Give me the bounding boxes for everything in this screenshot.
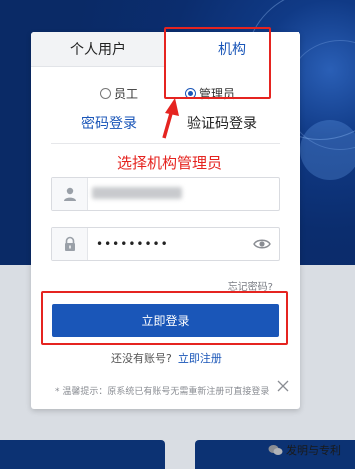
radio-employee-label: 员工 [114, 86, 139, 101]
register-row: 还没有账号? 立即注册 [111, 350, 222, 366]
radio-employee[interactable]: 员工 [100, 84, 138, 102]
password-value: ••••••••• [96, 237, 169, 251]
tab-code-login[interactable]: 验证码登录 [187, 114, 257, 134]
wechat-icon [268, 444, 283, 456]
annotation-box-login [41, 291, 288, 345]
tip-text: * 温馨提示：原系统已有账号无需重新注册可直接登录 [55, 387, 270, 397]
annotation-caption: 选择机构管理员 [117, 154, 223, 172]
watermark: 发明与专利 [268, 442, 341, 458]
watermark-text: 发明与专利 [286, 444, 341, 457]
tab-divider [31, 66, 165, 67]
register-link[interactable]: 立即注册 [178, 350, 222, 366]
register-prompt: 还没有账号? [111, 352, 172, 365]
annotation-box-org-admin [164, 27, 271, 99]
password-field[interactable]: ••••••••• [51, 227, 280, 261]
annotation-arrow-icon [162, 98, 179, 139]
divider [51, 143, 280, 144]
decorative-glow [300, 120, 355, 180]
radio-unchecked-icon [100, 87, 111, 99]
footer-bar-left [0, 440, 165, 469]
tab-password-login[interactable]: 密码登录 [81, 114, 137, 134]
tab-personal-user[interactable]: 个人用户 [31, 32, 165, 66]
lock-icon [52, 228, 88, 260]
username-field[interactable] [51, 177, 280, 211]
close-icon[interactable] [277, 380, 291, 394]
redacted-username [92, 187, 182, 199]
eye-icon[interactable] [253, 236, 271, 252]
user-icon [52, 178, 88, 210]
